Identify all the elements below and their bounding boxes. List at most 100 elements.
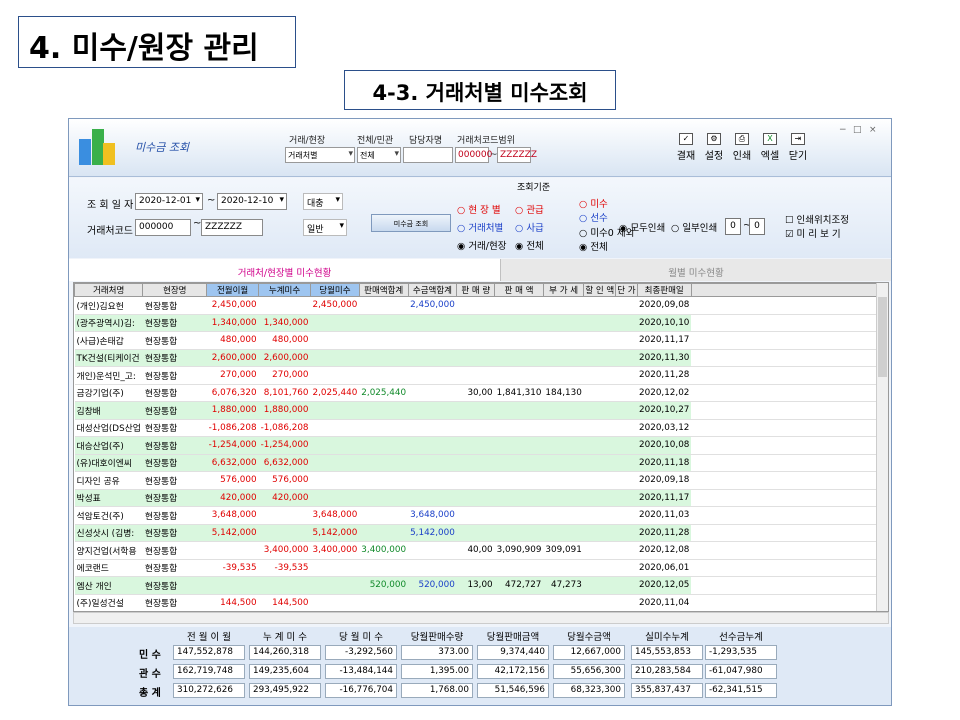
cell-coll — [408, 401, 457, 420]
table-row[interactable]: (사급)손태갑 현장통합 480,000 480,000 2020,11,17 — [74, 331, 888, 350]
cell-coll — [408, 419, 457, 437]
print-position-checkbox[interactable]: ☐ 인쇄위치조정 — [785, 212, 849, 226]
column-header[interactable]: 단 가 — [615, 283, 638, 297]
cell-cur — [310, 594, 360, 611]
basis-right-all-radio[interactable]: ◉ 전체 — [579, 239, 608, 253]
summary-cell: 210,283,584 — [631, 664, 703, 679]
cell-vat: 309,091 — [543, 541, 584, 560]
criteria-code-from[interactable]: 000000 — [135, 219, 191, 236]
tab-monthly[interactable]: 월별 미수현황 — [501, 259, 891, 281]
minimize-button[interactable]: − — [839, 125, 847, 135]
table-row[interactable]: (유)대호이엔씨 현장통합 6,632,000 6,632,000 2020,11,18 — [74, 454, 888, 472]
range-to-spinner[interactable]: 0 — [749, 218, 765, 235]
table-row[interactable]: 신성삿시 (김병: 현장통합 5,142,000 5,142,000 5,142,000… — [74, 524, 888, 542]
cell-cur — [310, 471, 360, 490]
column-header[interactable]: 거래처명 — [74, 283, 144, 297]
cell-qty — [456, 401, 495, 420]
cell-site: 현장통합 — [142, 454, 207, 472]
column-header[interactable]: 당월미수 — [310, 283, 360, 297]
table-row[interactable]: 석암토건(주) 현장통합 3,648,000 3,648,000 3,648,000 20… — [74, 506, 888, 525]
close-window-button[interactable]: × — [869, 125, 877, 135]
date-from-input[interactable]: 2020-12-01 — [135, 193, 203, 210]
basis-private-radio[interactable]: ○ 사급 — [515, 220, 544, 234]
cell-site: 현장통합 — [142, 314, 207, 332]
query-button-label: 미수금 조회 — [393, 220, 429, 228]
criteria-code-to[interactable]: ZZZZZZ — [201, 219, 263, 236]
basis-gov-radio[interactable]: ○ 관급 — [515, 202, 544, 216]
cell-amt — [494, 489, 544, 507]
basis-all-radio[interactable]: ◉ 전체 — [515, 238, 544, 252]
table-row[interactable]: 대승산업(주) 현장통합 -1,254,000 -1,254,000 2020,10,0… — [74, 436, 888, 455]
column-header[interactable]: 수금액합계 — [407, 283, 458, 297]
table-row[interactable]: 대성산업(DS산업 현장통합 -1,086,208 -1,086,208 2020,03… — [74, 419, 888, 437]
print-icon: ⎙ — [735, 133, 749, 145]
grid-horizontal-scrollbar[interactable] — [73, 612, 889, 624]
cell-qty — [456, 366, 495, 385]
basis-title: 조회기준 — [517, 183, 551, 193]
kind-select[interactable]: 일반 — [303, 219, 347, 236]
preview-checkbox[interactable]: ☑ 미 리 보 기 — [785, 226, 841, 240]
tab-customer-site[interactable]: 거래처/현장별 미수현황 — [69, 259, 501, 281]
table-row[interactable]: 김창배 현장통합 1,880,000 1,880,000 2020,10,27 — [74, 401, 888, 420]
range-from-spinner[interactable]: 0 — [725, 218, 741, 235]
period-type-select[interactable]: 대충 — [303, 193, 343, 210]
table-row[interactable]: 금강기업(주) 현장통합 6,076,320 8,101,760 2,025,440 2,… — [74, 384, 888, 402]
query-button[interactable]: 미수금 조회 — [371, 214, 451, 232]
summary-header: 선수금누계 — [719, 632, 763, 643]
cell-cum: 576,000 — [258, 471, 311, 490]
table-row[interactable]: 양지건업(서학용 현장통합 3,400,000 3,400,000 3,400,000 4… — [74, 541, 888, 560]
column-header[interactable]: 누계미수 — [258, 283, 312, 297]
column-header[interactable]: 할 인 액 — [583, 283, 617, 297]
table-row[interactable]: 박성표 현장통합 420,000 420,000 2020,11,17 — [74, 489, 888, 507]
maximize-button[interactable]: □ — [853, 125, 862, 135]
approve-button[interactable]: ✓ 결재 — [673, 133, 699, 165]
table-row[interactable]: (광주광역시)김: 현장통합 1,340,000 1,340,000 2020,10,1… — [74, 314, 888, 332]
print-part-radio[interactable]: ○ 일부인쇄 — [671, 220, 717, 234]
table-row[interactable]: TK건설(티케이건 현장통합 2,600,000 2,600,000 2020,11,3… — [74, 349, 888, 367]
basis-customer-radio[interactable]: ○ 거래처별 — [457, 220, 503, 234]
basis-advance-radio[interactable]: ○ 선수 — [579, 210, 608, 224]
cell-site: 현장통합 — [142, 384, 207, 402]
settings-button[interactable]: ⚙ 설정 — [701, 133, 727, 165]
print-all-radio[interactable]: ◉ 모두인쇄 — [619, 220, 665, 234]
all-civil-select[interactable]: 전체 — [357, 147, 401, 163]
column-header[interactable]: 판 매 액 — [494, 283, 544, 297]
column-header[interactable]: 전월이월 — [206, 283, 260, 297]
code-from-input[interactable]: 000000 — [455, 147, 492, 163]
code-to-input[interactable]: ZZZZZZ — [497, 147, 537, 163]
close-app-button[interactable]: ⇥ 닫기 — [785, 133, 811, 165]
cell-site: 현장통합 — [142, 296, 207, 315]
deal-site-select[interactable]: 거래처별 — [285, 147, 355, 163]
date-to-input[interactable]: 2020-12-10 — [217, 193, 287, 210]
cell-name: 대승산업(주) — [74, 436, 143, 455]
basis-deal-site-label: 거래/현장 — [468, 241, 507, 252]
scroll-thumb[interactable] — [878, 297, 887, 377]
print-button[interactable]: ⎙ 인쇄 — [729, 133, 755, 165]
cell-filler — [691, 419, 888, 437]
table-row[interactable]: 엠산 개인 현장통합 520,000 520,000 13,00 472,727 47,27… — [74, 576, 888, 595]
excel-button[interactable]: X 엑셀 — [757, 133, 783, 165]
grid-vertical-scrollbar[interactable] — [876, 283, 888, 611]
column-header[interactable]: 최종판매일 — [636, 283, 692, 297]
column-header[interactable]: 판 매 량 — [456, 283, 496, 297]
column-header[interactable]: 판매액합계 — [358, 283, 409, 297]
basis-site-radio[interactable]: ○ 현 장 별 — [457, 202, 501, 216]
table-row[interactable]: 에코랜드 현장통합 -39,535 -39,535 2020,06,01 — [74, 559, 888, 577]
cell-cum: -1,254,000 — [258, 436, 311, 455]
cell-name: (유)대호이엔씨 — [74, 454, 143, 472]
table-row[interactable]: 개인)운석민_고: 현장통합 270,000 270,000 2020,11,28 — [74, 366, 888, 385]
basis-deal-site-radio[interactable]: ◉ 거래/현장 — [457, 238, 506, 252]
cell-coll: 2,450,000 — [408, 296, 457, 315]
cell-name: 디자인 공유 — [74, 471, 143, 490]
table-row[interactable]: (주)일성건설 현장통합 144,500 144,500 2020,11,04 — [74, 594, 888, 611]
table-row[interactable]: 디자인 공유 현장통합 576,000 576,000 2020,09,18 — [74, 471, 888, 490]
cell-sales — [359, 296, 409, 315]
column-header[interactable]: 현장명 — [142, 283, 208, 297]
cell-name: 대성산업(DS산업 — [74, 419, 143, 437]
column-header[interactable]: 부 가 세 — [542, 283, 585, 297]
basis-receivable-radio[interactable]: ○ 미수 — [579, 196, 608, 210]
cell-cum — [258, 576, 311, 595]
manager-input[interactable] — [403, 147, 453, 163]
table-row[interactable]: (개인)김요헌 현장통합 2,450,000 2,450,000 2,450,000 20… — [74, 296, 888, 315]
summary-cell: 51,546,596 — [477, 683, 549, 698]
